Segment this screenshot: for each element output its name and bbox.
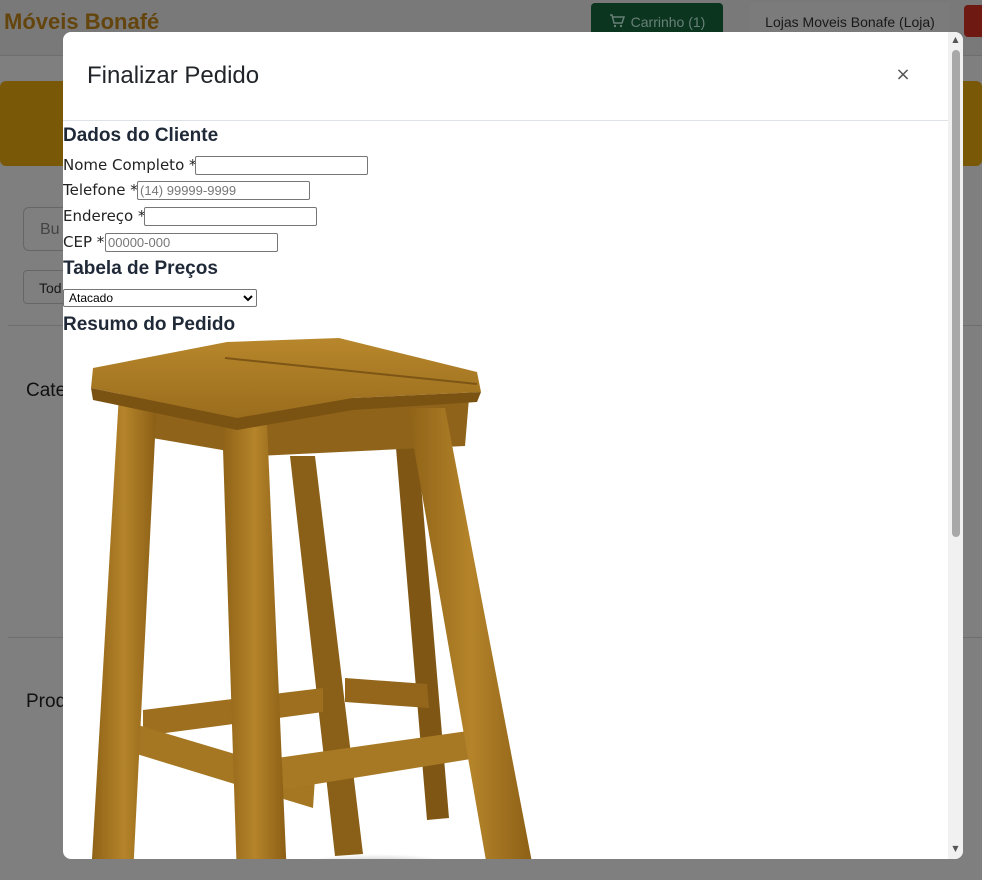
close-icon[interactable]: ×: [891, 63, 915, 87]
scrollbar-thumb[interactable]: [952, 50, 960, 537]
name-label: Nome Completo *: [63, 156, 197, 174]
product-image: [91, 338, 532, 859]
address-field[interactable]: [144, 207, 317, 226]
price-table-section-title: Tabela de Preços: [63, 258, 218, 279]
modal-title: Finalizar Pedido: [87, 62, 260, 89]
address-label: Endereço *: [63, 207, 146, 225]
price-table-select[interactable]: Atacado: [63, 289, 257, 307]
cep-field[interactable]: [105, 233, 278, 252]
order-summary-title: Resumo do Pedido: [63, 314, 236, 335]
name-field[interactable]: [195, 156, 368, 175]
customer-section-title: Dados do Cliente: [63, 125, 219, 146]
modal-header: Finalizar Pedido ×: [63, 32, 948, 121]
cep-label: CEP *: [63, 233, 105, 251]
phone-label: Telefone *: [63, 181, 138, 199]
scroll-down-icon[interactable]: ▼: [948, 843, 963, 855]
checkout-modal: Finalizar Pedido × Dados do Cliente Nome…: [63, 32, 963, 859]
scroll-up-icon[interactable]: ▲: [948, 34, 963, 46]
modal-scrollbar[interactable]: ▲ ▼: [948, 32, 963, 859]
phone-field[interactable]: [137, 181, 310, 200]
